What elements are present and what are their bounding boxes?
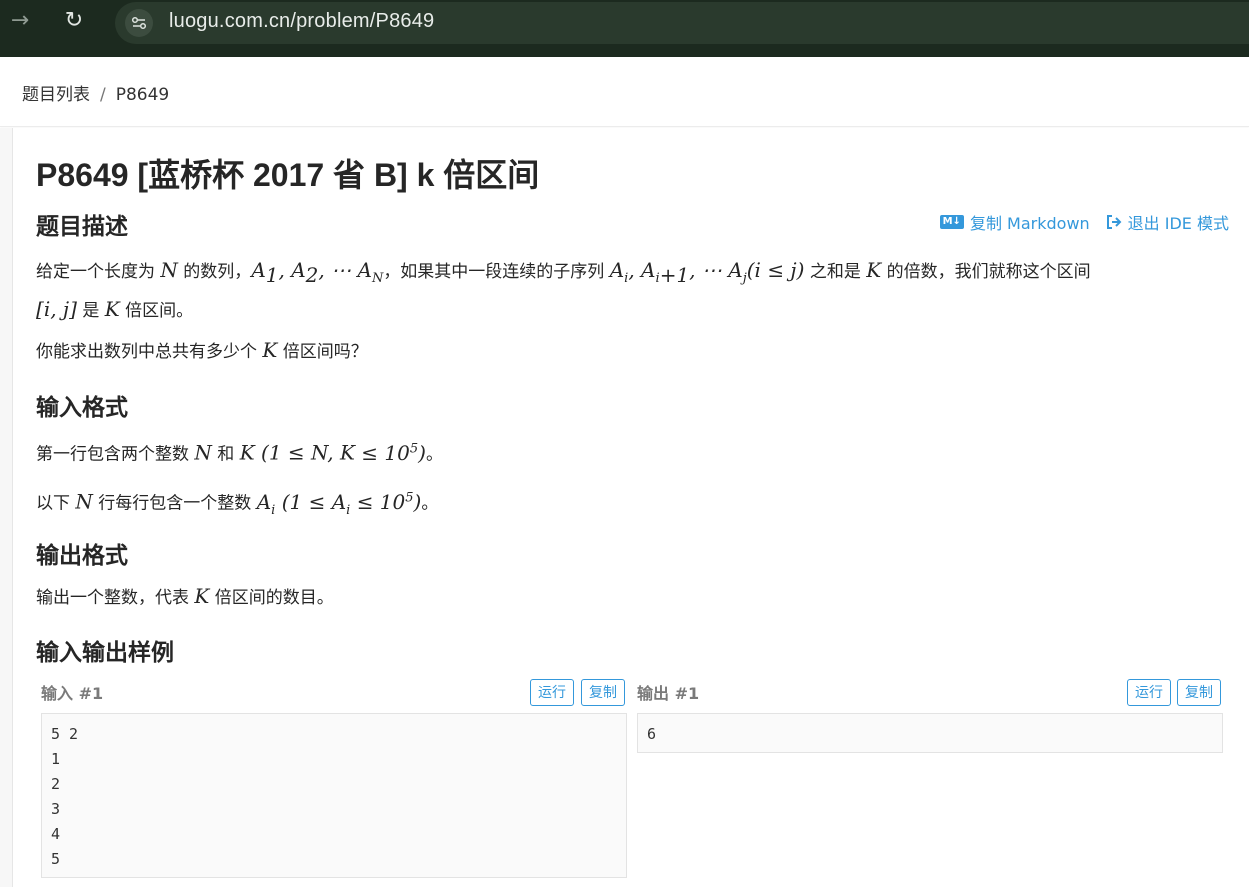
breadcrumb: 题目列表 / P8649 bbox=[22, 80, 169, 105]
math-k: K bbox=[262, 338, 278, 362]
samples-heading: 输入输出样例 bbox=[36, 639, 174, 665]
input-format-heading: 输入格式 bbox=[36, 394, 128, 420]
text: 你能求出数列中总共有多少个 bbox=[36, 342, 263, 362]
text: 。 bbox=[421, 493, 439, 514]
exit-ide-button[interactable]: 退出 IDE 模式 bbox=[1106, 210, 1229, 234]
url-text[interactable]: luogu.com.cn/problem/P8649 bbox=[169, 10, 434, 33]
reload-icon[interactable]: ↻ bbox=[62, 9, 86, 33]
math-k: K bbox=[194, 584, 210, 608]
math-k: K bbox=[866, 258, 882, 282]
problem-toolbar: M↓ 复制 Markdown 退出 IDE 模式 bbox=[939, 210, 1229, 234]
breadcrumb-current[interactable]: P8649 bbox=[116, 85, 170, 105]
copy-markdown-button[interactable]: M↓ 复制 Markdown bbox=[939, 210, 1090, 234]
text: 以下 bbox=[36, 493, 76, 514]
math-interval: [i, j] bbox=[36, 297, 77, 321]
text: 第一行包含两个整数 bbox=[36, 444, 195, 465]
math-sequence: A1, A2, ⋯ AN bbox=[251, 258, 384, 287]
run-output-button[interactable]: 运行 bbox=[1127, 679, 1171, 706]
math-subsequence: Ai, Ai+1, ⋯ Aj(i ≤ j) bbox=[609, 258, 805, 287]
text: 和 bbox=[211, 444, 240, 465]
copy-markdown-label: 复制 Markdown bbox=[969, 214, 1090, 233]
text: ，如果其中一段连续的子序列 bbox=[383, 262, 610, 282]
text: 倍区间吗？ bbox=[277, 342, 368, 362]
site-settings-icon[interactable] bbox=[125, 9, 153, 37]
sample-output-box[interactable]: 6 bbox=[637, 713, 1223, 753]
text: 倍区间的数目。 bbox=[209, 588, 334, 608]
breadcrumb-separator: / bbox=[100, 85, 106, 105]
math-k: K bbox=[104, 297, 120, 321]
sample-input-box[interactable]: 5 2 1 2 3 4 5 bbox=[41, 713, 627, 878]
sample-output-label: 输出 #1 bbox=[637, 684, 700, 703]
math-constraint-1: K (1 ≤ N, K ≤ 105) bbox=[239, 440, 426, 465]
text: 行每行包含一个整数 bbox=[92, 493, 257, 514]
problem-title: P8649 [蓝桥杯 2017 省 B] k 倍区间 bbox=[36, 157, 540, 193]
run-input-button[interactable]: 运行 bbox=[530, 679, 574, 706]
text: 倍区间。 bbox=[119, 301, 194, 321]
text: 。 bbox=[425, 444, 443, 465]
markdown-icon: M↓ bbox=[939, 215, 964, 229]
output-format-heading: 输出格式 bbox=[36, 542, 128, 568]
address-bar[interactable]: luogu.com.cn/problem/P8649 bbox=[115, 2, 1249, 44]
input-format-line-1: 第一行包含两个整数 N 和 K (1 ≤ N, K ≤ 105)。 bbox=[36, 433, 1226, 471]
exit-icon bbox=[1106, 215, 1122, 229]
input-format-line-2: 以下 N 行每行包含一个整数 Ai (1 ≤ Ai ≤ 105)。 bbox=[36, 482, 1226, 526]
text: 是 bbox=[76, 301, 105, 321]
copy-input-button[interactable]: 复制 bbox=[581, 679, 625, 706]
text: 的数列， bbox=[177, 262, 252, 282]
description-heading: 题目描述 bbox=[36, 213, 128, 239]
math-n: N bbox=[75, 489, 93, 514]
forward-arrow-icon[interactable]: → bbox=[8, 9, 32, 33]
text: 之和是 bbox=[804, 262, 867, 282]
text: 输出一个整数，代表 bbox=[36, 588, 195, 608]
math-n: N bbox=[160, 258, 178, 282]
copy-output-button[interactable]: 复制 bbox=[1177, 679, 1221, 706]
math-constraint-2: Ai (1 ≤ Ai ≤ 105) bbox=[256, 489, 422, 518]
breadcrumb-problem-list[interactable]: 题目列表 bbox=[22, 85, 90, 105]
math-n: N bbox=[194, 440, 212, 465]
text: 的倍数，我们就称这个区间 bbox=[881, 262, 1091, 282]
output-format-line-1: 输出一个整数，代表 K 倍区间的数目。 bbox=[36, 581, 1226, 614]
exit-ide-label: 退出 IDE 模式 bbox=[1127, 214, 1229, 233]
breadcrumb-bar: 题目列表 / P8649 bbox=[0, 57, 1249, 127]
description-paragraph-2: 你能求出数列中总共有多少个 K 倍区间吗？ bbox=[36, 335, 1226, 368]
text: 给定一个长度为 bbox=[36, 262, 161, 282]
browser-toolbar: → ↻ luogu.com.cn/problem/P8649 bbox=[0, 0, 1249, 57]
sample-input-label: 输入 #1 bbox=[41, 684, 104, 703]
description-paragraph-1: 给定一个长度为 N 的数列，A1, A2, ⋯ AN，如果其中一段连续的子序列 … bbox=[36, 255, 1226, 327]
